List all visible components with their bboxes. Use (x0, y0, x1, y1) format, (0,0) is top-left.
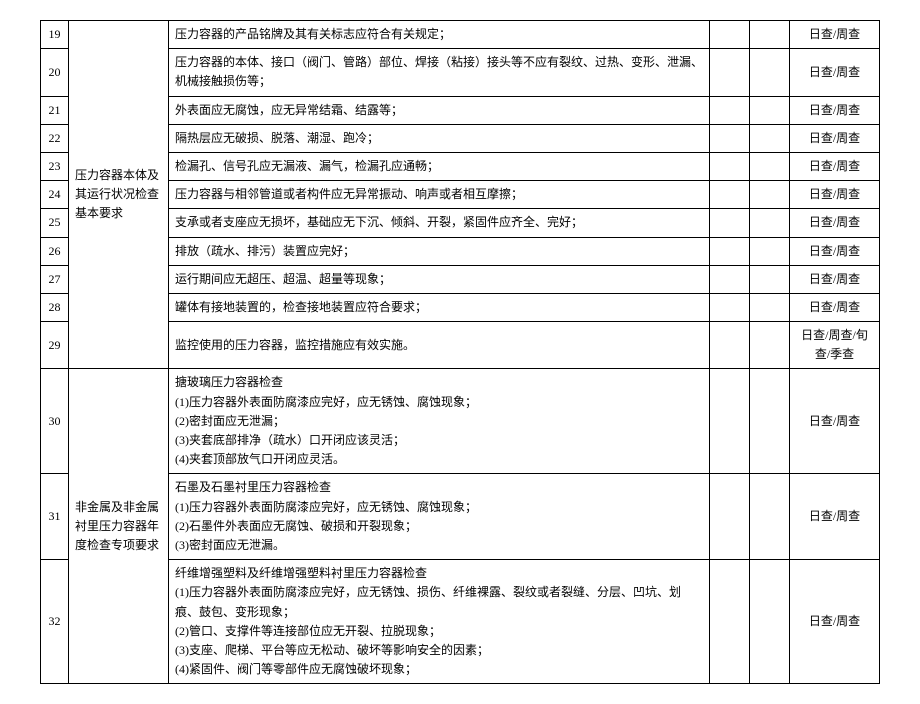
row-desc: 检漏孔、信号孔应无漏液、漏气，检漏孔应通畅； (169, 152, 710, 180)
blank-cell (750, 560, 790, 684)
blank-cell (750, 21, 790, 49)
blank-cell (750, 322, 790, 369)
blank-cell (710, 152, 750, 180)
blank-cell (710, 369, 750, 474)
row-freq: 日查/周查 (790, 560, 880, 684)
blank-cell (710, 181, 750, 209)
row-freq: 日查/周查/旬查/季查 (790, 322, 880, 369)
row-desc: 压力容器的本体、接口（阀门、管路）部位、焊接（粘接）接头等不应有裂纹、过热、变形… (169, 49, 710, 96)
row-freq: 日查/周查 (790, 293, 880, 321)
row-num: 26 (41, 237, 69, 265)
row-freq: 日查/周查 (790, 265, 880, 293)
row-num: 19 (41, 21, 69, 49)
row-freq: 日查/周查 (790, 49, 880, 96)
row-num: 28 (41, 293, 69, 321)
row-desc: 支承或者支座应无损坏，基础应无下沉、倾斜、开裂，紧固件应齐全、完好； (169, 209, 710, 237)
row-freq: 日查/周查 (790, 21, 880, 49)
row-num: 24 (41, 181, 69, 209)
blank-cell (750, 209, 790, 237)
blank-cell (750, 96, 790, 124)
row-num: 20 (41, 49, 69, 96)
blank-cell (750, 49, 790, 96)
blank-cell (710, 124, 750, 152)
row-desc: 搪玻璃压力容器检查 (1)压力容器外表面防腐漆应完好，应无锈蚀、腐蚀现象； (2… (169, 369, 710, 474)
row-num: 31 (41, 474, 69, 560)
row-num: 25 (41, 209, 69, 237)
row-num: 22 (41, 124, 69, 152)
blank-cell (710, 49, 750, 96)
row-desc: 监控使用的压力容器，监控措施应有效实施。 (169, 322, 710, 369)
blank-cell (750, 474, 790, 560)
row-freq: 日查/周查 (790, 474, 880, 560)
blank-cell (710, 96, 750, 124)
row-freq: 日查/周查 (790, 209, 880, 237)
blank-cell (750, 293, 790, 321)
blank-cell (750, 152, 790, 180)
blank-cell (710, 265, 750, 293)
row-desc: 外表面应无腐蚀，应无异常结霜、结露等； (169, 96, 710, 124)
row-desc: 石墨及石墨衬里压力容器检查 (1)压力容器外表面防腐漆应完好，应无锈蚀、腐蚀现象… (169, 474, 710, 560)
row-num: 29 (41, 322, 69, 369)
row-freq: 日查/周查 (790, 237, 880, 265)
category-cell: 非金属及非金属衬里压力容器年度检查专项要求 (69, 369, 169, 684)
blank-cell (750, 265, 790, 293)
blank-cell (710, 21, 750, 49)
row-num: 27 (41, 265, 69, 293)
row-desc: 排放（疏水、排污）装置应完好； (169, 237, 710, 265)
blank-cell (750, 369, 790, 474)
blank-cell (710, 560, 750, 684)
row-freq: 日查/周查 (790, 96, 880, 124)
row-desc: 纤维增强塑料及纤维增强塑料衬里压力容器检查 (1)压力容器外表面防腐漆应完好，应… (169, 560, 710, 684)
row-freq: 日查/周查 (790, 181, 880, 209)
row-num: 21 (41, 96, 69, 124)
row-num: 23 (41, 152, 69, 180)
category-cell: 压力容器本体及其运行状况检查基本要求 (69, 21, 169, 369)
blank-cell (710, 474, 750, 560)
inspection-table: 19 压力容器本体及其运行状况检查基本要求 压力容器的产品铭牌及其有关标志应符合… (40, 20, 880, 684)
row-desc: 压力容器与相邻管道或者构件应无异常振动、响声或者相互摩擦； (169, 181, 710, 209)
blank-cell (750, 124, 790, 152)
blank-cell (710, 237, 750, 265)
row-freq: 日查/周查 (790, 369, 880, 474)
blank-cell (750, 181, 790, 209)
row-desc: 罐体有接地装置的，检查接地装置应符合要求； (169, 293, 710, 321)
blank-cell (710, 293, 750, 321)
row-freq: 日查/周查 (790, 124, 880, 152)
blank-cell (710, 209, 750, 237)
blank-cell (750, 237, 790, 265)
row-num: 30 (41, 369, 69, 474)
row-num: 32 (41, 560, 69, 684)
row-freq: 日查/周查 (790, 152, 880, 180)
row-desc: 压力容器的产品铭牌及其有关标志应符合有关规定； (169, 21, 710, 49)
table-row: 30 非金属及非金属衬里压力容器年度检查专项要求 搪玻璃压力容器检查 (1)压力… (41, 369, 880, 474)
row-desc: 运行期间应无超压、超温、超量等现象； (169, 265, 710, 293)
blank-cell (710, 322, 750, 369)
table-row: 19 压力容器本体及其运行状况检查基本要求 压力容器的产品铭牌及其有关标志应符合… (41, 21, 880, 49)
row-desc: 隔热层应无破损、脱落、潮湿、跑冷； (169, 124, 710, 152)
